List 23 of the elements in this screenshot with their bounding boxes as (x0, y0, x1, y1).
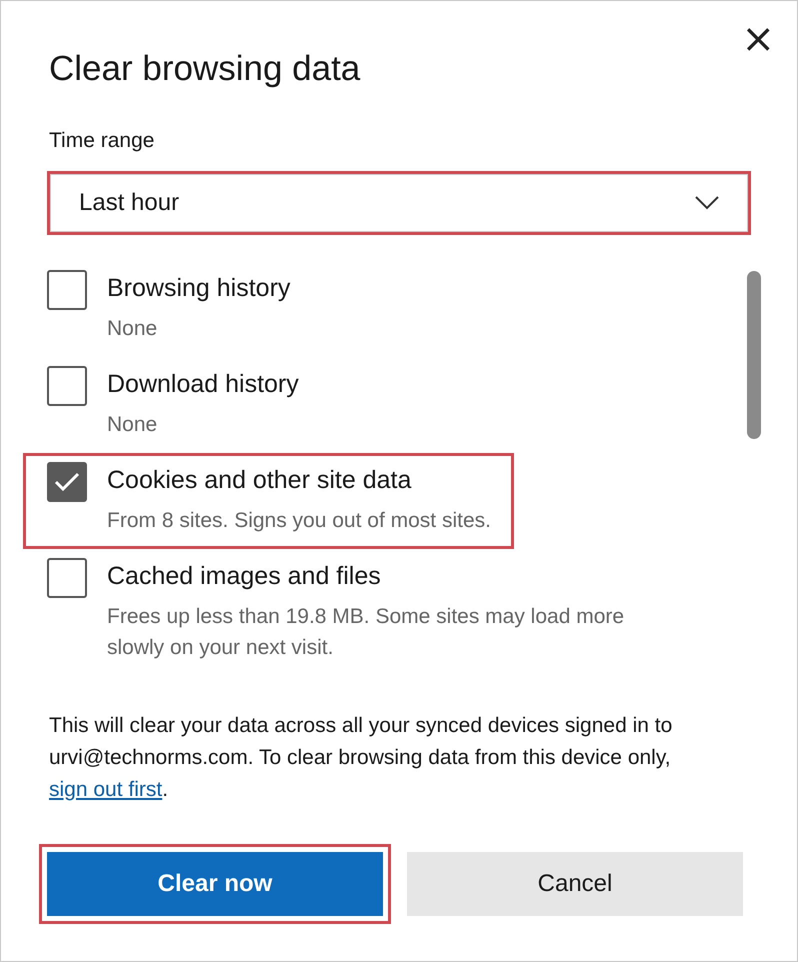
item-detail: None (107, 316, 158, 342)
checkbox[interactable] (47, 366, 87, 406)
clear-now-button[interactable]: Clear now (47, 852, 383, 916)
time-range-dropdown[interactable]: Last hour (50, 174, 748, 232)
checkmark-icon (54, 472, 80, 492)
item-detail: From 8 sites. Signs you out of most sites. (107, 508, 491, 534)
checkbox[interactable] (47, 270, 87, 310)
item-label: Cookies and other site data (107, 466, 412, 495)
cancel-button[interactable]: Cancel (407, 852, 743, 916)
item-label: Cached images and files (107, 562, 382, 591)
chevron-down-icon (695, 196, 719, 210)
item-detail: None (107, 412, 158, 438)
sync-notice: This will clear your data across all your synced devices signed in to urvi@technorms.com. To clear browsing data from this device only, sign out first. (49, 713, 674, 803)
checkbox[interactable] (47, 558, 87, 598)
item-label: Download history (107, 370, 299, 399)
dialog-title: Clear browsing data (49, 49, 360, 89)
close-button[interactable]: × (735, 19, 781, 59)
sign-out-link[interactable]: sign out first (49, 778, 162, 801)
checkbox[interactable] (47, 462, 87, 502)
scrollbar[interactable] (747, 271, 761, 439)
time-range-label: Time range (49, 129, 156, 153)
item-detail: Frees up less than 19.8 MB. Some sites may load more slowly on your next visit. (107, 604, 626, 661)
item-label: Browsing history (107, 274, 290, 303)
